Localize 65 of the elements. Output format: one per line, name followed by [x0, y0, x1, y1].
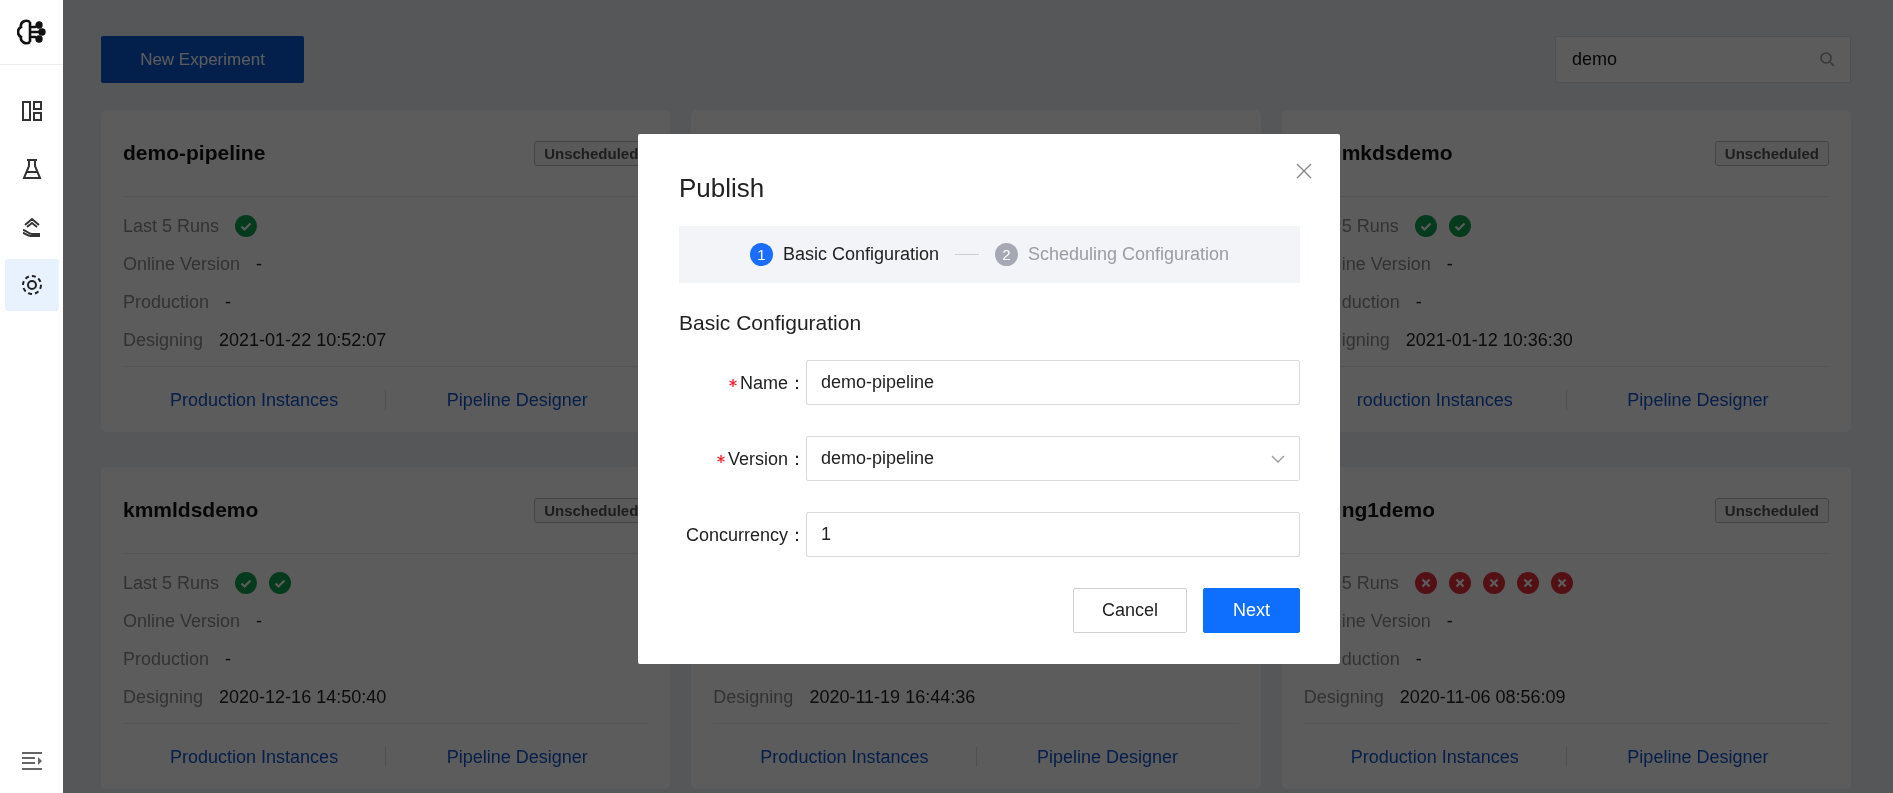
error-icon: [1482, 572, 1505, 594]
success-icon: [269, 572, 292, 594]
sidebar-item[interactable]: [4, 259, 59, 311]
status-tag: Unscheduled: [1714, 497, 1829, 523]
step-label[interactable]: Basic Configuration: [782, 244, 939, 265]
field-value: -: [225, 291, 232, 313]
field-label: Concurrency：: [685, 523, 806, 547]
search-field[interactable]: demo: [1555, 36, 1851, 83]
field-value: -: [256, 610, 263, 632]
close-icon[interactable]: [1296, 163, 1312, 179]
field-value: 2021-01-12 10:36:30: [1405, 329, 1573, 351]
card-title: kmmldsdemo: [123, 498, 259, 521]
new-experiment-button[interactable]: New Experiment: [101, 36, 304, 83]
card-link[interactable]: Production Instances: [1350, 746, 1519, 767]
error-icon: [1516, 572, 1539, 594]
card-link[interactable]: Production Instances: [760, 746, 929, 767]
field-value: -: [256, 253, 263, 275]
error-icon: [1448, 572, 1471, 594]
step-label[interactable]: Scheduling Configuration: [1027, 244, 1230, 265]
success-icon: [1448, 215, 1471, 237]
field-value: -: [225, 648, 232, 670]
status-tag: Unscheduled: [1714, 140, 1829, 166]
menu-icon[interactable]: [20, 751, 43, 771]
success-icon: [235, 215, 258, 237]
field-value: 2020-11-19 16:44:36: [809, 686, 976, 708]
card-link[interactable]: Pipeline Designer: [1627, 389, 1769, 410]
error-icon: [1550, 572, 1573, 594]
card-title: mkdsdemo: [1341, 141, 1453, 164]
section-title: Basic Configuration: [679, 310, 863, 336]
dialog-title: Publish: [679, 174, 766, 202]
next-button[interactable]: Next: [1203, 588, 1300, 633]
search-icon: [1819, 51, 1835, 67]
card-link[interactable]: Pipeline Designer: [1627, 746, 1769, 767]
step-number: 2: [994, 243, 1018, 266]
target-icon: [19, 273, 44, 297]
field-value: 2021-01-22 10:52:07: [219, 329, 387, 351]
input-field[interactable]: demo-pipeline: [806, 360, 1300, 405]
version-select[interactable]: demo-pipeline: [806, 436, 1300, 481]
field-label: Version：: [727, 447, 806, 471]
dashboard-icon: [20, 100, 43, 122]
card-link[interactable]: Pipeline Designer: [446, 389, 588, 410]
hand-icon: [20, 216, 43, 238]
field-value: -: [1446, 610, 1453, 632]
field-value: -: [1415, 291, 1422, 313]
flask-icon: [20, 158, 43, 180]
field-value: 2020-12-16 14:50:40: [219, 686, 387, 708]
cancel-button[interactable]: Cancel: [1073, 588, 1187, 633]
field-value: 2020-11-06 08:56:09: [1399, 686, 1566, 708]
chevron-down-icon: [1271, 454, 1285, 463]
step-number: 1: [749, 243, 773, 266]
error-icon: [1414, 572, 1437, 594]
success-icon: [1414, 215, 1437, 237]
success-icon: [235, 572, 258, 594]
card-link[interactable]: roduction Instances: [1356, 389, 1513, 410]
field-value: -: [1415, 648, 1422, 670]
field-value: -: [1446, 253, 1453, 275]
card-link[interactable]: Production Instances: [170, 389, 339, 410]
card-link[interactable]: Production Instances: [170, 746, 339, 767]
card-title: ng1demo: [1341, 498, 1435, 521]
card-link[interactable]: Pipeline Designer: [446, 746, 588, 767]
input-field[interactable]: 1: [806, 512, 1300, 557]
logo-icon: [16, 18, 47, 46]
card-link[interactable]: Pipeline Designer: [1037, 746, 1179, 767]
card-title: demo-pipeline: [123, 141, 266, 164]
field-label: Name：: [740, 371, 806, 395]
